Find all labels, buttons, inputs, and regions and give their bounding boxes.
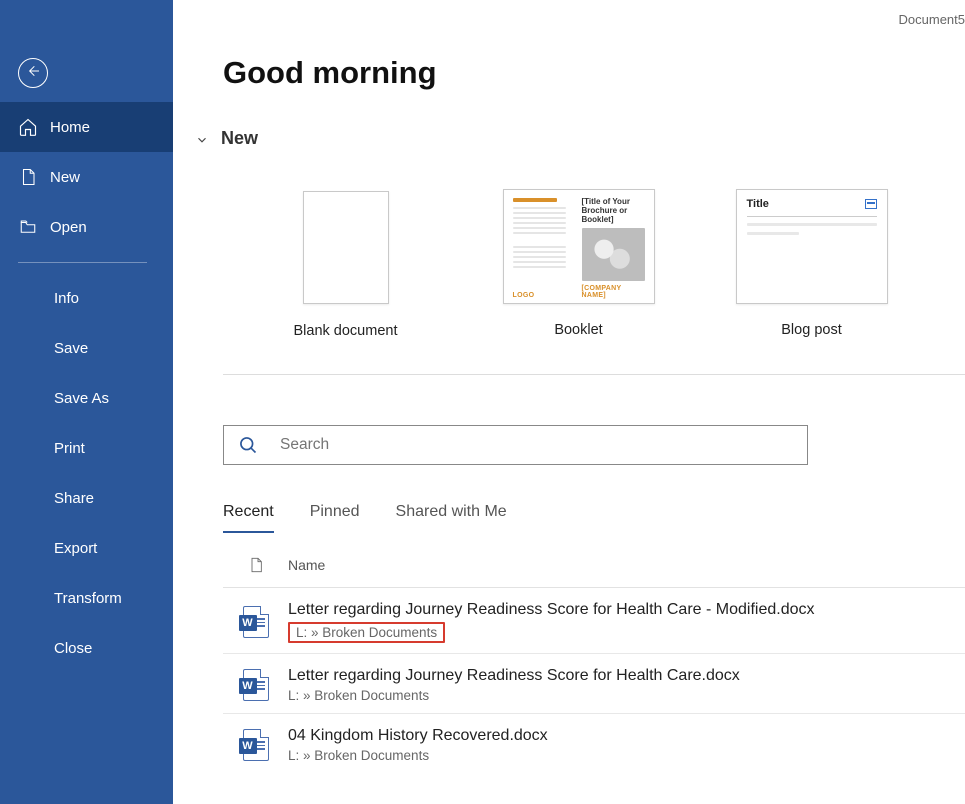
chevron-down-icon xyxy=(195,133,207,145)
blog-preview-title: Title xyxy=(747,198,769,210)
search-input[interactable] xyxy=(278,435,793,455)
sidebar-item-home[interactable]: Home xyxy=(0,102,173,152)
file-type-column-icon[interactable] xyxy=(223,555,288,575)
sidebar-item-label: Open xyxy=(50,219,87,236)
new-icon xyxy=(18,167,38,187)
window-document-title: Document5 xyxy=(899,12,965,27)
file-row[interactable]: W Letter regarding Journey Readiness Sco… xyxy=(223,588,965,654)
sidebar-item-label: Export xyxy=(54,540,97,557)
tab-label: Pinned xyxy=(310,503,360,520)
booklet-preview-logo: LOGO xyxy=(513,292,535,299)
sidebar-item-label: Save xyxy=(54,340,88,357)
file-list-header: Name xyxy=(223,555,965,588)
blog-layout-icon xyxy=(865,199,877,209)
section-divider xyxy=(223,374,965,375)
template-booklet[interactable]: [Title of Your Brochure or Booklet] [COM… xyxy=(501,189,656,339)
sidebar-item-print[interactable]: Print xyxy=(0,423,173,473)
word-document-icon: W xyxy=(243,729,269,761)
home-icon xyxy=(18,117,38,137)
back-button[interactable] xyxy=(18,58,48,88)
tab-shared[interactable]: Shared with Me xyxy=(396,503,507,533)
arrow-left-icon xyxy=(25,63,41,84)
sidebar-item-save[interactable]: Save xyxy=(0,323,173,373)
blank-page-icon xyxy=(303,191,389,304)
word-document-icon: W xyxy=(243,606,269,638)
sidebar-item-label: Info xyxy=(54,290,79,307)
sidebar-item-label: Close xyxy=(54,640,92,657)
file-name: 04 Kingdom History Recovered.docx xyxy=(288,727,965,745)
tab-label: Recent xyxy=(223,503,274,520)
sidebar-item-label: New xyxy=(50,169,80,186)
file-row[interactable]: W 04 Kingdom History Recovered.docx L: »… xyxy=(223,714,965,773)
sidebar-item-export[interactable]: Export xyxy=(0,523,173,573)
open-icon xyxy=(18,217,38,237)
sidebar-item-info[interactable]: Info xyxy=(0,273,173,323)
search-icon xyxy=(238,435,258,455)
booklet-preview-title: [Title of Your Brochure or Booklet] xyxy=(582,198,645,224)
template-caption: Blog post xyxy=(781,322,841,338)
template-gallery: Blank document [Title of Your Brochure o… xyxy=(268,189,965,339)
file-path: L: » Broken Documents xyxy=(288,748,965,763)
sidebar-item-close[interactable]: Close xyxy=(0,623,173,673)
template-caption: Booklet xyxy=(554,322,602,338)
template-caption: Blank document xyxy=(294,323,398,339)
file-name: Letter regarding Journey Readiness Score… xyxy=(288,667,965,685)
sidebar-item-share[interactable]: Share xyxy=(0,473,173,523)
backstage-sidebar: Home New Open Info Save Save As Print Sh… xyxy=(0,0,173,804)
sidebar-item-label: Share xyxy=(54,490,94,507)
template-blog-post[interactable]: Title Blog post xyxy=(734,189,889,339)
booklet-preview-subtitle: [COMPANY NAME] xyxy=(582,285,645,299)
sidebar-item-label: Save As xyxy=(54,390,109,407)
sidebar-item-save-as[interactable]: Save As xyxy=(0,373,173,423)
sidebar-item-open[interactable]: Open xyxy=(0,202,173,252)
template-blank-document[interactable]: Blank document xyxy=(268,189,423,339)
booklet-preview-image-icon xyxy=(582,228,645,281)
sidebar-item-new[interactable]: New xyxy=(0,152,173,202)
greeting-heading: Good morning xyxy=(223,55,965,91)
template-preview: [Title of Your Brochure or Booklet] [COM… xyxy=(503,189,655,304)
column-header-name[interactable]: Name xyxy=(288,557,965,573)
template-preview: Title xyxy=(736,189,888,304)
backstage-main: Document5 Good morning New Blank documen… xyxy=(173,0,965,804)
search-box[interactable] xyxy=(223,425,808,465)
word-document-icon: W xyxy=(243,669,269,701)
sidebar-item-label: Transform xyxy=(54,590,122,607)
sidebar-item-label: Print xyxy=(54,440,85,457)
file-path: L: » Broken Documents xyxy=(288,688,965,703)
file-name: Letter regarding Journey Readiness Score… xyxy=(288,601,965,619)
tab-pinned[interactable]: Pinned xyxy=(310,503,360,533)
new-section-label: New xyxy=(221,128,258,149)
sidebar-item-transform[interactable]: Transform xyxy=(0,573,173,623)
file-row[interactable]: W Letter regarding Journey Readiness Sco… xyxy=(223,654,965,714)
sidebar-nav-primary: Home New Open xyxy=(0,102,173,252)
new-section-toggle[interactable]: New xyxy=(195,128,965,149)
sidebar-separator xyxy=(18,262,147,263)
file-path: L: » Broken Documents xyxy=(288,622,445,643)
template-preview xyxy=(270,189,422,305)
tab-recent[interactable]: Recent xyxy=(223,503,274,533)
tab-label: Shared with Me xyxy=(396,503,507,520)
sidebar-item-label: Home xyxy=(50,119,90,136)
recent-tabs: Recent Pinned Shared with Me xyxy=(223,503,965,533)
